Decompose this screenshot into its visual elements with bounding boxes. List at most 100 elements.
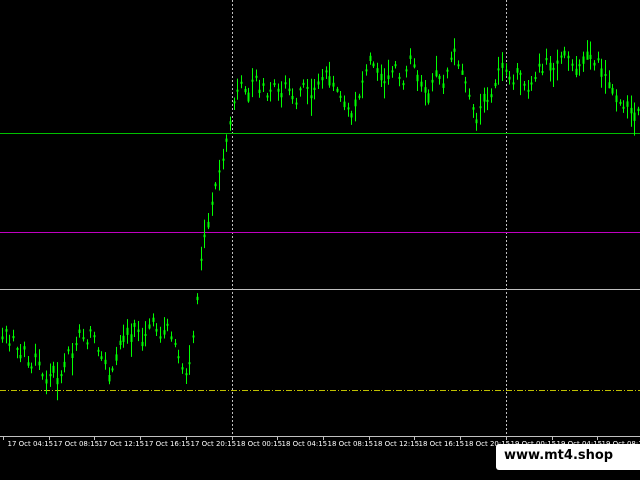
time-axis-label: 17 Oct 12:15 (99, 440, 145, 448)
candle-body (49, 374, 52, 377)
candle-body (501, 62, 504, 68)
candle-body (619, 101, 622, 104)
candle-body (148, 324, 151, 329)
candle-body (361, 80, 364, 83)
candle-body (247, 92, 250, 102)
candle-body (137, 329, 140, 332)
time-axis-label: 18 Oct 16:15 (419, 440, 465, 448)
candle-body (166, 323, 169, 326)
candle-body (222, 158, 225, 161)
watermark-text: www.mt4.shop (504, 448, 614, 463)
candle-body (435, 70, 438, 77)
candle-body (416, 74, 419, 82)
candle-body (615, 95, 618, 103)
candle-body (560, 55, 563, 58)
candle-body (144, 334, 147, 336)
candle-body (310, 95, 313, 99)
candle-body (284, 82, 287, 85)
chart-canvas[interactable]: 17 Oct 04:15 17 Oct 08:15 17 Oct 12:15 17 O… (0, 0, 640, 480)
candle-body (582, 56, 585, 64)
candle-body (317, 81, 320, 85)
candle-body (34, 353, 37, 358)
candle-body (302, 82, 305, 85)
time-axis-label: 18 Oct 04:15 (282, 440, 328, 448)
candle-body (464, 81, 467, 84)
candle-body (229, 121, 232, 125)
candle-body (483, 93, 486, 102)
candle-body (545, 58, 548, 61)
candle-body (442, 83, 445, 88)
time-axis-label: 18 Oct 12:15 (374, 440, 420, 448)
candle-body (27, 362, 30, 366)
candle-body (200, 258, 203, 261)
candle-body (126, 327, 129, 335)
candle-body (633, 112, 636, 121)
candle-body (380, 73, 383, 81)
candle-body (549, 62, 552, 71)
candle-body (82, 337, 85, 340)
horizontal-levels (0, 133, 640, 391)
price-chart[interactable]: 17 Oct 04:15 17 Oct 08:15 17 Oct 12:15 17 O… (0, 0, 640, 480)
candle-body (523, 83, 526, 86)
candle-body (240, 81, 243, 84)
candle-body (637, 108, 640, 111)
candle-body (218, 170, 221, 173)
candle-body (332, 82, 335, 87)
candle-body (519, 72, 522, 75)
candle-body (494, 83, 497, 87)
candle-body (207, 221, 210, 228)
candle-body (586, 51, 589, 60)
candle-body (461, 70, 464, 75)
candle-body (372, 63, 375, 67)
time-axis-label: 18 Oct 00:15 (237, 440, 283, 448)
candle-body (446, 69, 449, 72)
candle-body (438, 75, 441, 79)
candle-body (16, 348, 19, 350)
candle-body (192, 335, 195, 338)
candle-body (325, 70, 328, 73)
candle-body (104, 359, 107, 365)
candle-body (41, 374, 44, 377)
candle-body (266, 95, 269, 98)
candle-body (185, 373, 188, 376)
candle-body (354, 99, 357, 107)
candle-body (196, 296, 199, 301)
candle-body (413, 64, 416, 68)
candle-body (133, 323, 136, 327)
candle-body (262, 83, 265, 86)
candles (1, 38, 640, 401)
candle-body (273, 83, 276, 86)
candle-body (600, 68, 603, 77)
candle-body (1, 336, 4, 340)
candle-body (589, 54, 592, 59)
candle-body (358, 95, 361, 98)
candle-body (556, 60, 559, 64)
candle-body (387, 75, 390, 80)
candle-body (23, 346, 26, 350)
candle-body (236, 89, 239, 92)
candle-body (597, 58, 600, 61)
candle-body (575, 68, 578, 75)
candle-body (479, 106, 482, 109)
time-axis-label: 17 Oct 16:15 (145, 440, 191, 448)
candle-body (505, 69, 508, 72)
candle-body (497, 68, 500, 71)
candle-body (527, 89, 530, 92)
candle-body (534, 77, 537, 79)
candle-body (593, 62, 596, 66)
candle-body (174, 342, 177, 345)
candle-body (402, 83, 405, 86)
candle-body (383, 81, 386, 84)
candle-body (60, 374, 63, 377)
period-separators (232, 0, 507, 436)
candle-body (578, 64, 581, 67)
candle-body (100, 356, 103, 359)
candle-body (97, 349, 100, 352)
candle-body (45, 379, 48, 384)
candle-body (512, 82, 515, 85)
candle-body (571, 63, 574, 66)
candle-body (170, 336, 173, 340)
candle-body (472, 107, 475, 110)
time-axis-label: 17 Oct 20:15 (191, 440, 237, 448)
candle-body (328, 76, 331, 86)
